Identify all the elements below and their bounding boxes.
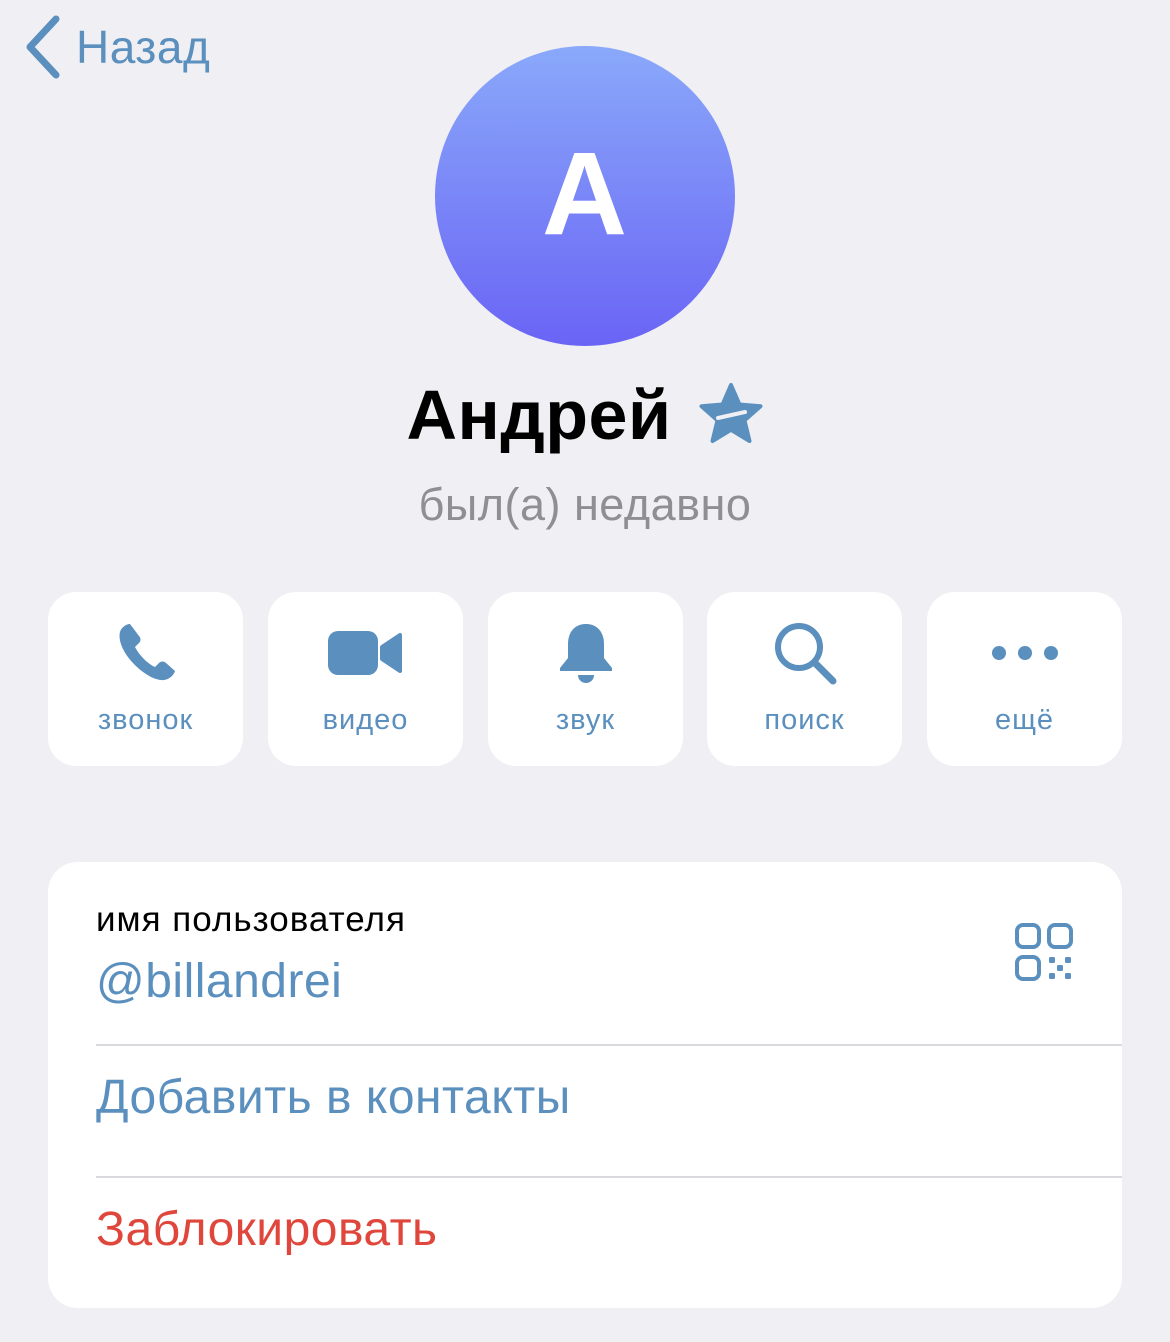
profile-name: Андрей	[406, 376, 672, 454]
avatar-initial: A	[541, 128, 629, 260]
sound-label: звук	[555, 704, 616, 736]
add-contact-label: Добавить в контакты	[96, 1071, 571, 1124]
block-user-label: Заблокировать	[96, 1203, 438, 1256]
sound-button[interactable]: звук	[488, 592, 683, 766]
call-button[interactable]: звонок	[48, 592, 243, 766]
block-user-row[interactable]: Заблокировать	[48, 1178, 1122, 1308]
call-label: звонок	[97, 704, 194, 736]
search-button[interactable]: поиск	[707, 592, 902, 766]
video-button[interactable]: видео	[268, 592, 463, 766]
search-icon	[707, 618, 902, 688]
username-caption: имя пользователя	[96, 900, 406, 939]
username-row[interactable]: имя пользователя @billandrei	[48, 862, 1122, 1044]
bell-icon	[488, 618, 683, 688]
more-dots-icon	[927, 618, 1122, 688]
back-button[interactable]: Назад	[22, 12, 210, 82]
more-button[interactable]: ещё	[927, 592, 1122, 766]
qr-code-icon[interactable]	[1014, 922, 1074, 987]
more-label: ещё	[994, 704, 1055, 736]
username-value[interactable]: @billandrei	[96, 954, 342, 1009]
info-card: имя пользователя @billandrei Добавить в …	[48, 862, 1122, 1308]
search-label: поиск	[764, 704, 845, 736]
profile-name-row: Андрей	[0, 380, 1170, 450]
video-label: видео	[322, 704, 409, 736]
back-label: Назад	[76, 21, 211, 73]
chevron-left-icon	[22, 14, 62, 80]
video-camera-icon	[268, 618, 463, 688]
action-buttons-row: звонок видео звук поиск ещё	[48, 592, 1122, 766]
add-contact-row[interactable]: Добавить в контакты	[48, 1046, 1122, 1176]
avatar[interactable]: A	[435, 46, 735, 346]
star-icon[interactable]	[698, 382, 764, 449]
last-seen-status: был(а) недавно	[418, 479, 752, 530]
phone-icon	[48, 618, 243, 688]
